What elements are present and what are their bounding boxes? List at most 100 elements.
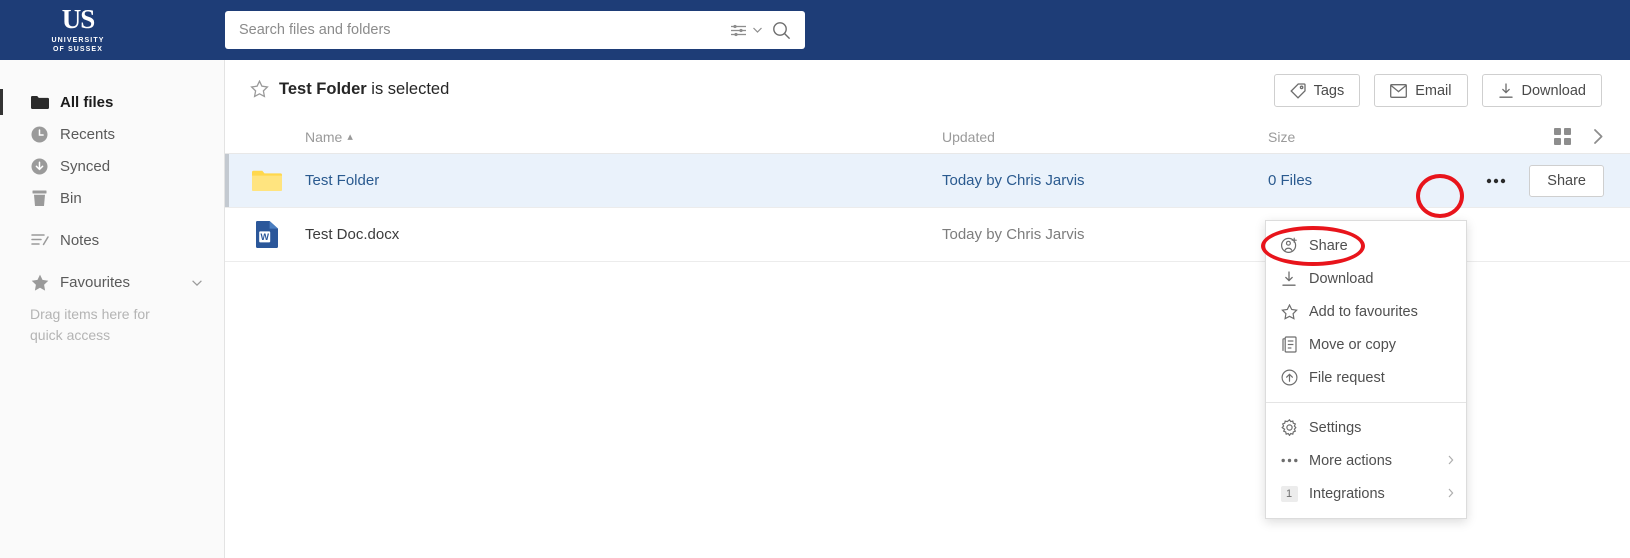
upload-circle-icon [1280,369,1298,386]
menu-item-more-actions[interactable]: More actions [1266,444,1466,477]
sidebar-item-label: Favourites [60,273,131,291]
menu-item-label: More actions [1309,452,1393,469]
folder-icon [30,93,49,112]
chevron-down-icon[interactable] [753,27,762,33]
column-header-size[interactable]: Size [1268,129,1295,145]
menu-item-share[interactable]: Share [1266,229,1466,262]
menu-item-label: Download [1309,270,1374,287]
menu-separator [1266,402,1466,403]
folder-yellow-icon [252,166,282,196]
tag-icon [1289,82,1306,99]
column-header-name[interactable]: Name ▴ [305,129,353,145]
chevron-right-icon [1448,486,1454,502]
menu-item-label: Settings [1309,419,1362,436]
sidebar-item-favourites[interactable]: Favourites [0,266,224,298]
selected-item-name: Test Folder [279,79,367,98]
star-icon [30,273,49,292]
sidebar-item-synced[interactable]: Synced [0,150,224,182]
sidebar-item-label: All files [60,93,114,111]
word-doc-icon: W [252,220,282,250]
column-header-updated[interactable]: Updated [942,129,995,145]
top-bar: US UNIVERSITY OF SUSSEX [0,0,1630,60]
favourites-empty-hint: Drag items here for quick access [30,306,150,343]
university-logo[interactable]: US UNIVERSITY OF SUSSEX [28,4,128,56]
menu-item-label: File request [1309,369,1385,386]
ellipsis-icon [1280,458,1298,463]
copy-icon [1280,336,1298,353]
sort-ascending-icon: ▴ [347,131,353,143]
menu-item-move-or-copy[interactable]: Move or copy [1266,328,1466,361]
main-content: Test Folder is selected Tags Email Downl… [225,60,1630,558]
sidebar-item-label: Notes [60,231,100,249]
person-add-icon [1280,237,1298,254]
view-tools [1554,128,1604,145]
chevron-right-icon [1448,453,1454,469]
menu-item-download[interactable]: Download [1266,262,1466,295]
chevron-right-icon[interactable] [1593,128,1604,145]
column-header-name-label: Name [305,128,343,145]
row-updated: Today by Chris Jarvis [942,226,1085,243]
context-menu[interactable]: Share Download Add to favourites Move or… [1265,220,1467,519]
table-row[interactable]: Test Folder Today by Chris Jarvis 0 File… [225,154,1630,208]
sidebar-item-notes[interactable]: Notes [0,224,224,256]
star-outline-icon[interactable] [250,80,269,98]
search-tools [730,21,805,40]
download-button[interactable]: Download [1481,74,1602,107]
tags-button-label: Tags [1313,82,1345,99]
menu-item-label: Add to favourites [1309,303,1418,320]
grid-view-icon[interactable] [1554,128,1571,145]
logo-line-1: UNIVERSITY [51,36,105,44]
envelope-icon [1390,83,1408,98]
gear-icon [1280,419,1298,436]
trash-icon [30,189,49,208]
sidebar-item-label: Recents [60,125,116,143]
more-options-button[interactable] [1479,166,1513,196]
logo-subtitle: UNIVERSITY OF SUSSEX [51,36,104,55]
tags-button[interactable]: Tags [1273,74,1361,107]
header-actions: Tags Email Download [1273,74,1602,107]
selection-suffix: is selected [366,79,450,98]
download-icon [1280,270,1298,287]
email-button[interactable]: Email [1374,74,1468,107]
sidebar-divider-gap-2 [0,256,224,266]
row-actions: Share [1479,164,1604,197]
menu-item-label: Move or copy [1309,336,1397,353]
menu-item-label: Share [1309,237,1348,254]
notes-icon [30,231,49,250]
menu-item-integrations[interactable]: 1 Integrations [1266,477,1466,510]
sidebar-divider-gap [0,214,224,224]
sidebar-item-bin[interactable]: Bin [0,182,224,214]
chevron-down-icon[interactable] [192,274,202,291]
menu-item-settings[interactable]: Settings [1266,411,1466,444]
sidebar-item-label: Synced [60,157,111,175]
selection-label: Test Folder is selected [279,80,449,99]
clock-icon [30,125,49,144]
email-button-label: Email [1415,82,1452,99]
row-name[interactable]: Test Doc.docx [305,226,399,243]
integrations-count: 1 [1280,485,1298,502]
sidebar-item-label: Bin [60,189,82,207]
menu-item-add-to-favourites[interactable]: Add to favourites [1266,295,1466,328]
menu-item-label: Integrations [1309,485,1385,502]
row-share-button[interactable]: Share [1529,164,1604,197]
download-icon [1498,82,1514,99]
row-size: 0 Files [1268,172,1313,189]
table-header-row: Name ▴ Updated Size [225,120,1630,154]
count-badge: 1 [1280,485,1298,502]
sidebar-item-recents[interactable]: Recents [0,118,224,150]
sliders-icon[interactable] [730,23,747,38]
sidebar-item-all-files[interactable]: All files [0,86,224,118]
selection-header: Test Folder is selected Tags Email Downl… [225,60,1630,118]
menu-item-file-request[interactable]: File request [1266,361,1466,394]
star-outline-icon [1280,303,1298,320]
logo-mark: US [61,3,96,34]
row-updated: Today by Chris Jarvis [942,172,1085,189]
search-input[interactable] [225,22,730,38]
logo-line-2: OF SUSSEX [53,46,103,53]
sync-down-icon [30,157,49,176]
sidebar: All files Recents Synced Bin Notes Favou… [0,60,225,558]
row-name[interactable]: Test Folder [305,172,379,189]
search-icon[interactable] [772,21,791,40]
search-bar[interactable] [225,11,805,49]
svg-text:W: W [260,232,269,242]
